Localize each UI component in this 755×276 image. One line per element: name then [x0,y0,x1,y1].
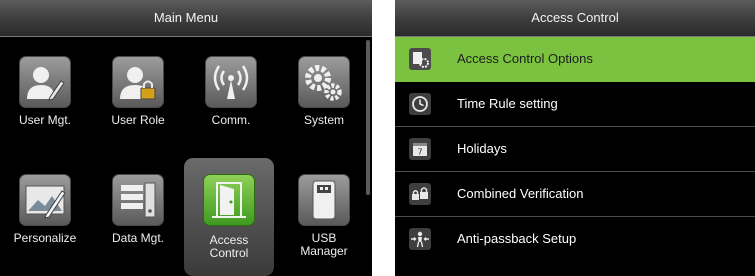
user-edit-icon [19,56,71,108]
list-item-access-control-options[interactable]: Access Control Options [395,37,755,82]
antenna-icon [205,56,257,108]
svg-text:7: 7 [417,148,422,157]
main-menu-title: Main Menu [0,0,372,37]
list-item-label: Holidays [457,141,507,156]
list-item-label: Anti-passback Setup [457,231,577,246]
server-icon [112,174,164,226]
menu-item-user-mgt[interactable]: User Mgt. [0,38,90,158]
menu-item-label: User Mgt. [18,113,71,127]
menu-item-label: User Role [111,113,165,127]
picture-edit-icon [19,174,71,226]
clock-icon [409,93,431,115]
gears-icon [298,56,350,108]
usb-drive-icon [298,174,350,226]
list-item-combined-verification[interactable]: Combined Verification [395,172,755,217]
calendar-icon: 7 [409,138,431,160]
main-menu-screen: Main Menu User Mgt. User Role Comm. Syst… [0,0,372,276]
list-item-label: Combined Verification [457,186,584,201]
list-item-label: Time Rule setting [457,96,558,111]
list-item-holidays[interactable]: 7 Holidays [395,127,755,172]
menu-item-system[interactable]: System [279,38,369,158]
menu-item-data-mgt[interactable]: Data Mgt. [93,156,183,276]
list-item-label: Access Control Options [457,51,593,66]
options-icon [409,48,431,70]
list-item-anti-passback-setup[interactable]: Anti-passback Setup [395,217,755,261]
list-item-time-rule-setting[interactable]: Time Rule setting [395,82,755,127]
anti-passback-icon [409,228,431,250]
menu-item-label: Comm. [211,113,251,127]
menu-item-label: Data Mgt. [111,231,165,245]
access-control-title: Access Control [395,0,755,37]
menu-item-label: Personalize [13,231,77,245]
access-control-screen: Access Control Access Control Options Ti… [395,0,755,276]
scrollbar[interactable] [366,40,370,195]
menu-item-label: USB Manager [300,231,348,258]
menu-item-label: Access Control [209,233,249,260]
menu-item-comm[interactable]: Comm. [186,38,276,158]
menu-item-personalize[interactable]: Personalize [0,156,90,276]
door-icon [203,174,255,226]
menu-item-label: System [303,113,344,127]
menu-item-access-control[interactable]: Access Control [184,158,274,276]
menu-item-user-role[interactable]: User Role [93,38,183,158]
menu-item-usb-manager[interactable]: USB Manager [279,156,369,276]
user-lock-icon [112,56,164,108]
combined-lock-icon [409,183,431,205]
